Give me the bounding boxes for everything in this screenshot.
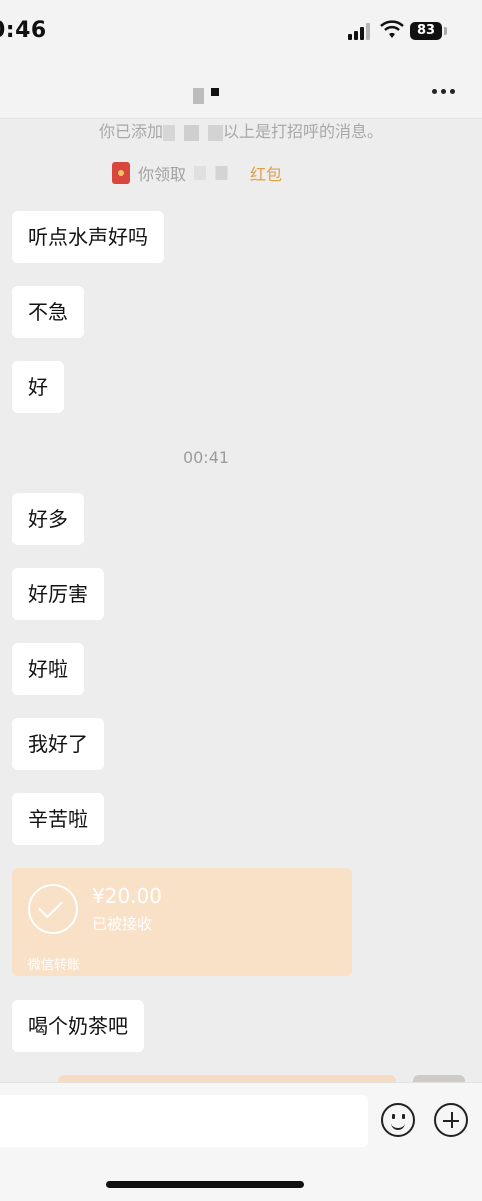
status-time: 0:46: [0, 18, 47, 43]
wifi-icon: [380, 20, 404, 38]
transfer-status: 已被接收: [92, 915, 153, 933]
message-bubble[interactable]: 我好了: [12, 718, 104, 770]
red-packet-icon: [112, 162, 130, 184]
chat-header: [0, 62, 482, 119]
transfer-footer: 微信转账: [28, 958, 81, 973]
cellular-signal-icon: [348, 22, 374, 40]
time-divider: 00:41: [182, 448, 230, 467]
plus-icon[interactable]: [434, 1103, 468, 1137]
more-icon[interactable]: [432, 86, 458, 96]
added-prefix: 你已添加: [98, 122, 163, 141]
message-bubble[interactable]: 不急: [12, 286, 84, 338]
redacted-name: [194, 166, 243, 180]
redpacket-link[interactable]: 红包: [250, 161, 282, 185]
contact-name-redacted: [193, 84, 223, 104]
battery-level: 83: [410, 22, 442, 40]
redacted-name: [163, 124, 223, 141]
message-input[interactable]: [0, 1095, 368, 1147]
message-bubble[interactable]: 喝个奶茶吧: [12, 1000, 144, 1052]
home-indicator[interactable]: [106, 1181, 304, 1188]
redpacket-notice: 你领取 红包: [112, 161, 282, 185]
message-bubble[interactable]: 好啦: [12, 643, 84, 695]
message-bubble[interactable]: 好: [12, 361, 64, 413]
redpacket-prefix: 你领取: [138, 165, 187, 184]
friend-added-notice: 你已添加 以上是打招呼的消息。: [0, 118, 482, 142]
battery-icon: [444, 27, 447, 35]
status-bar: 0:46 83: [0, 0, 482, 62]
transfer-amount: ¥20.00: [92, 884, 162, 908]
transfer-card[interactable]: ¥20.00 已被接收 微信转账: [12, 868, 352, 976]
message-bubble[interactable]: 辛苦啦: [12, 793, 104, 845]
emoji-icon[interactable]: [381, 1103, 415, 1137]
message-bubble[interactable]: 好多: [12, 493, 84, 545]
message-bubble[interactable]: 听点水声好吗: [12, 211, 164, 263]
message-bubble[interactable]: 好厉害: [12, 568, 104, 620]
added-suffix: 以上是打招呼的消息。: [223, 122, 384, 141]
check-icon: [28, 884, 78, 934]
